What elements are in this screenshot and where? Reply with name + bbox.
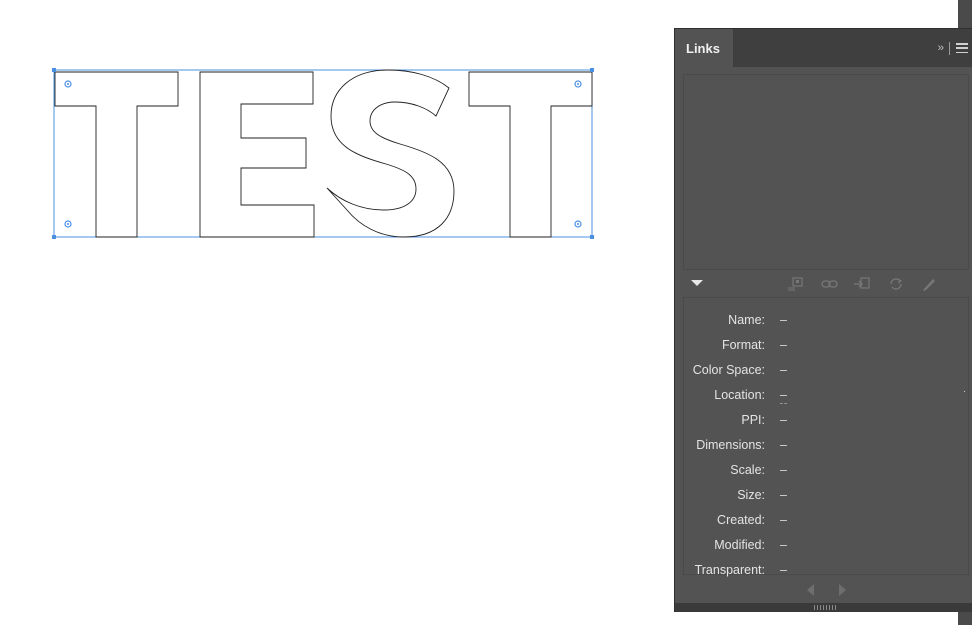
info-value[interactable]: –: [780, 387, 787, 404]
info-label: Scale:: [730, 463, 765, 477]
panel-header: Links ››: [675, 29, 972, 67]
info-value: –: [780, 438, 787, 452]
test-artwork-svg[interactable]: [50, 64, 598, 244]
corner-widget-dot: [67, 223, 69, 225]
go-to-link-icon[interactable]: [853, 276, 871, 292]
previous-link-icon[interactable]: [807, 584, 814, 596]
info-label: Format:: [721, 338, 765, 352]
info-value: –: [780, 563, 787, 577]
letter-s-outline: [326, 69, 455, 238]
info-label: Dimensions:: [696, 438, 765, 452]
info-row: Format: –: [684, 335, 970, 355]
handle-top-left[interactable]: [52, 68, 56, 72]
info-row: Size: –: [684, 485, 970, 505]
links-panel: Links ›› Name: – Format: – Color Space: – Loca…: [674, 28, 972, 612]
corner-widget-dot: [67, 83, 69, 85]
info-label: Size:: [737, 488, 765, 502]
link-info-pager: [675, 581, 972, 599]
collapse-panel-icon[interactable]: ››: [938, 42, 944, 54]
info-row: Transparent: –: [684, 560, 970, 580]
edit-original-icon[interactable]: [920, 276, 938, 292]
links-toolbar: [675, 272, 972, 296]
resize-grip-icon[interactable]: [814, 605, 838, 610]
handle-bottom-right[interactable]: [590, 235, 594, 239]
info-label: Name:: [728, 313, 765, 327]
info-value: –: [780, 338, 787, 352]
info-row: Color Space: –: [684, 360, 970, 380]
corner-widget-dot: [577, 223, 579, 225]
links-list[interactable]: [683, 74, 969, 270]
panel-marker: [964, 391, 965, 392]
info-row: Name: –: [684, 310, 970, 330]
info-row: Scale: –: [684, 460, 970, 480]
info-row: Modified: –: [684, 535, 970, 555]
letter-t-outline: [54, 71, 179, 238]
info-label: Transparent:: [694, 563, 765, 577]
link-info-section: Name: – Format: – Color Space: – Location: – PPI…: [683, 297, 970, 577]
relink-from-cc-libraries-icon[interactable]: [787, 276, 805, 292]
next-link-icon[interactable]: [839, 584, 846, 596]
letter-e-outline: [199, 71, 315, 238]
info-row: Created: –: [684, 510, 970, 530]
info-label: PPI:: [741, 413, 765, 427]
update-link-icon[interactable]: [887, 276, 905, 292]
show-link-info-toggle-icon[interactable]: [691, 280, 703, 286]
info-label: Modified:: [714, 538, 765, 552]
info-label: Created:: [717, 513, 765, 527]
info-row: PPI: –: [684, 410, 970, 430]
info-value: –: [780, 313, 787, 327]
test-text-outlines[interactable]: [50, 64, 598, 244]
tab-links[interactable]: Links: [675, 29, 733, 67]
info-row: Dimensions: –: [684, 435, 970, 455]
info-value: –: [780, 513, 787, 527]
artboard-canvas[interactable]: [0, 0, 672, 625]
info-value: –: [780, 363, 787, 377]
letter-t2-outline: [468, 71, 593, 238]
info-label: Location:: [714, 388, 765, 402]
corner-widget-dot: [577, 83, 579, 85]
info-value: –: [780, 538, 787, 552]
handle-bottom-left[interactable]: [52, 235, 56, 239]
info-value: –: [780, 413, 787, 427]
info-value: –: [780, 488, 787, 502]
handle-top-right[interactable]: [590, 68, 594, 72]
info-label: Color Space:: [692, 363, 765, 377]
panel-resize-bar[interactable]: [675, 603, 972, 612]
header-divider: [949, 41, 950, 55]
info-row: Location: –: [684, 385, 970, 405]
relink-icon[interactable]: [821, 276, 839, 292]
panel-header-controls: ››: [938, 29, 968, 67]
hamburger-menu-icon[interactable]: [956, 43, 968, 53]
info-value: –: [780, 463, 787, 477]
